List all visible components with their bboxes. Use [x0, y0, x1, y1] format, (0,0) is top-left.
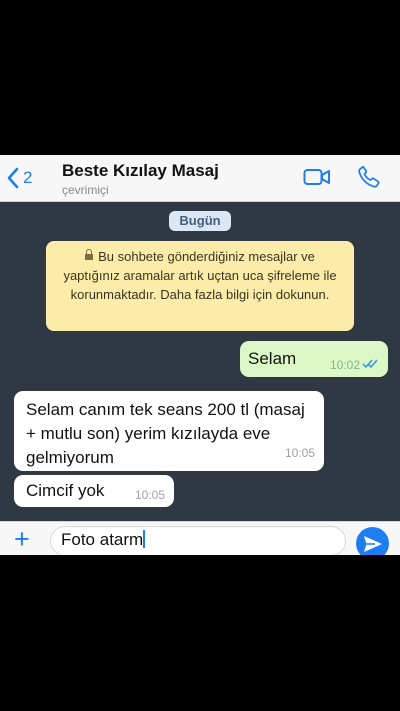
date-divider: Bugün	[169, 211, 231, 231]
message-bubble-incoming[interactable]: Cimcif yok 10:05	[14, 475, 174, 507]
message-input-text: Foto atarm	[61, 530, 144, 549]
chat-screen: 2 Beste Kızılay Masaj çevrimiçi Bugün Bu…	[0, 155, 400, 555]
message-input[interactable]: Foto atarm	[50, 526, 346, 555]
back-chevron-icon	[7, 167, 19, 189]
message-time: 10:05	[284, 446, 315, 460]
message-composer: + Foto atarm	[0, 521, 400, 555]
plus-icon: +	[14, 524, 30, 554]
message-text: Selam canım tek seans 200 tl (masaj + mu…	[26, 400, 305, 467]
message-text: Selam	[248, 349, 297, 368]
attach-button[interactable]: +	[14, 524, 30, 554]
message-time: 10:02	[329, 358, 360, 372]
chat-header: 2 Beste Kızılay Masaj çevrimiçi	[0, 155, 400, 202]
video-call-button[interactable]	[303, 167, 331, 192]
double-check-icon	[362, 359, 378, 369]
unread-count: 2	[23, 168, 33, 187]
lock-icon	[85, 249, 94, 260]
message-bubble-incoming[interactable]: Selam canım tek seans 200 tl (masaj + mu…	[14, 391, 324, 471]
phone-icon	[358, 165, 380, 188]
encryption-notice[interactable]: Bu sohbete gönderdiğiniz mesajlar ve yap…	[46, 241, 354, 331]
video-call-icon	[303, 169, 330, 185]
contact-name[interactable]: Beste Kızılay Masaj	[62, 161, 219, 181]
back-button[interactable]: 2	[6, 165, 32, 191]
text-caret	[143, 530, 146, 548]
send-button[interactable]	[356, 527, 389, 555]
encryption-notice-text: Bu sohbete gönderdiğiniz mesajlar ve yap…	[63, 249, 337, 302]
message-time: 10:05	[134, 488, 165, 502]
voice-call-button[interactable]	[356, 164, 382, 195]
send-arrow-icon	[364, 536, 382, 552]
message-text: Cimcif yok	[26, 481, 105, 500]
contact-status: çevrimiçi	[62, 183, 109, 197]
message-bubble-outgoing[interactable]: Selam 10:02	[240, 341, 388, 377]
